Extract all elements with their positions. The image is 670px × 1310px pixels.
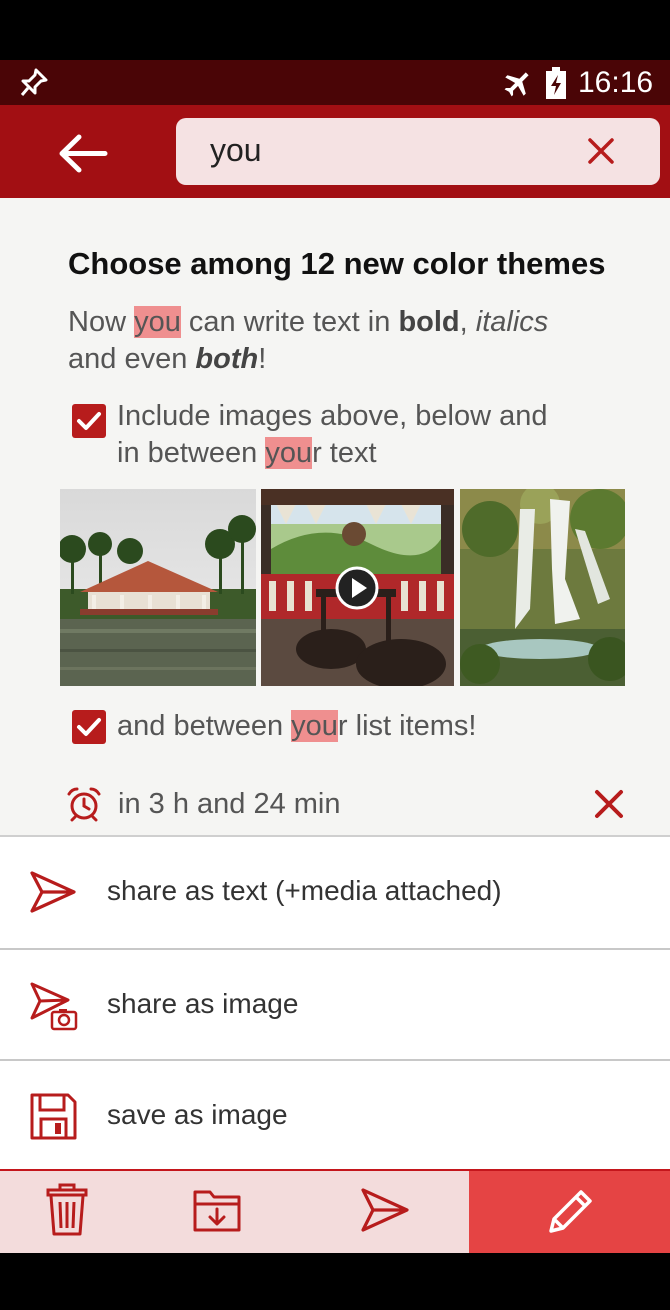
- text: can write text in: [180, 306, 399, 338]
- folder-icon: [193, 1190, 241, 1232]
- note-content[interactable]: Choose among 12 new color themes Now you…: [0, 198, 670, 835]
- send-image-icon: [28, 980, 80, 1037]
- text: Include images above, below and: [117, 400, 548, 432]
- back-button[interactable]: [55, 131, 110, 176]
- status-bar: 16:16: [0, 60, 670, 105]
- share-option-label: share as text (+media attached): [107, 875, 502, 906]
- alarm-clock-icon: [66, 786, 102, 827]
- remove-reminder-button[interactable]: [593, 788, 625, 825]
- share-option-label: share as image: [107, 988, 299, 1019]
- share-sheet: share as text (+media attached) share as…: [0, 835, 670, 1172]
- note-paragraph: Now you can write text in bold, italics …: [68, 304, 548, 378]
- move-to-folder-button[interactable]: [192, 1187, 244, 1238]
- text: and between: [117, 710, 292, 742]
- play-icon[interactable]: [335, 566, 379, 610]
- checklist-item-text: Include images above, below and in betwe…: [117, 398, 547, 472]
- search-input[interactable]: you: [210, 132, 262, 169]
- search-field[interactable]: you: [176, 118, 660, 185]
- text: r text: [312, 437, 377, 469]
- share-as-image-option[interactable]: share as image: [0, 950, 670, 1061]
- checkbox-checked[interactable]: [72, 710, 106, 744]
- clear-search-button[interactable]: [586, 136, 616, 171]
- share-option-label: save as image: [107, 1099, 288, 1130]
- text: !: [258, 343, 267, 375]
- close-icon: [595, 790, 623, 818]
- text: and even: [68, 343, 196, 375]
- reminder-text: in 3 h and 24 min: [118, 788, 341, 820]
- veranda-video-thumbnail[interactable]: [261, 489, 454, 686]
- edit-pencil-icon: [549, 1190, 592, 1233]
- search-highlight: you: [134, 306, 181, 338]
- bold-text: bold: [398, 306, 460, 338]
- bold-italic-text: both: [195, 343, 259, 375]
- text: r list items!: [337, 710, 477, 742]
- waterfall-photo[interactable]: [460, 489, 625, 686]
- send-button[interactable]: [360, 1187, 410, 1238]
- checklist-item-text: and between your list items!: [117, 708, 476, 745]
- close-icon: [588, 138, 614, 164]
- text: ,: [459, 306, 476, 338]
- italic-text: italics: [475, 306, 549, 338]
- check-icon: [77, 718, 101, 736]
- save-floppy-icon: [28, 1091, 78, 1146]
- clock-time: 16:16: [578, 66, 654, 99]
- share-as-text-option[interactable]: share as text (+media attached): [0, 837, 670, 948]
- save-as-image-option[interactable]: save as image: [0, 1061, 670, 1172]
- search-highlight: you: [291, 710, 338, 742]
- checkbox-checked[interactable]: [72, 404, 106, 438]
- airplane-mode-icon: [503, 68, 533, 103]
- send-icon: [28, 867, 78, 922]
- app-bar: you: [0, 105, 670, 198]
- battery-charging-icon: [545, 67, 567, 104]
- search-highlight: you: [265, 437, 313, 469]
- edit-button[interactable]: [469, 1171, 670, 1253]
- arrow-left-icon: [59, 134, 108, 173]
- note-title: Choose among 12 new color themes: [68, 246, 606, 281]
- send-icon: [361, 1188, 409, 1232]
- pin-icon: [20, 68, 48, 103]
- check-icon: [77, 412, 101, 430]
- trash-icon: [46, 1183, 88, 1236]
- gazebo-on-lake-photo[interactable]: [60, 489, 256, 686]
- text: in between: [117, 437, 266, 469]
- text: Now: [68, 306, 135, 338]
- delete-button[interactable]: [46, 1183, 88, 1242]
- bottom-action-bar: [0, 1169, 670, 1253]
